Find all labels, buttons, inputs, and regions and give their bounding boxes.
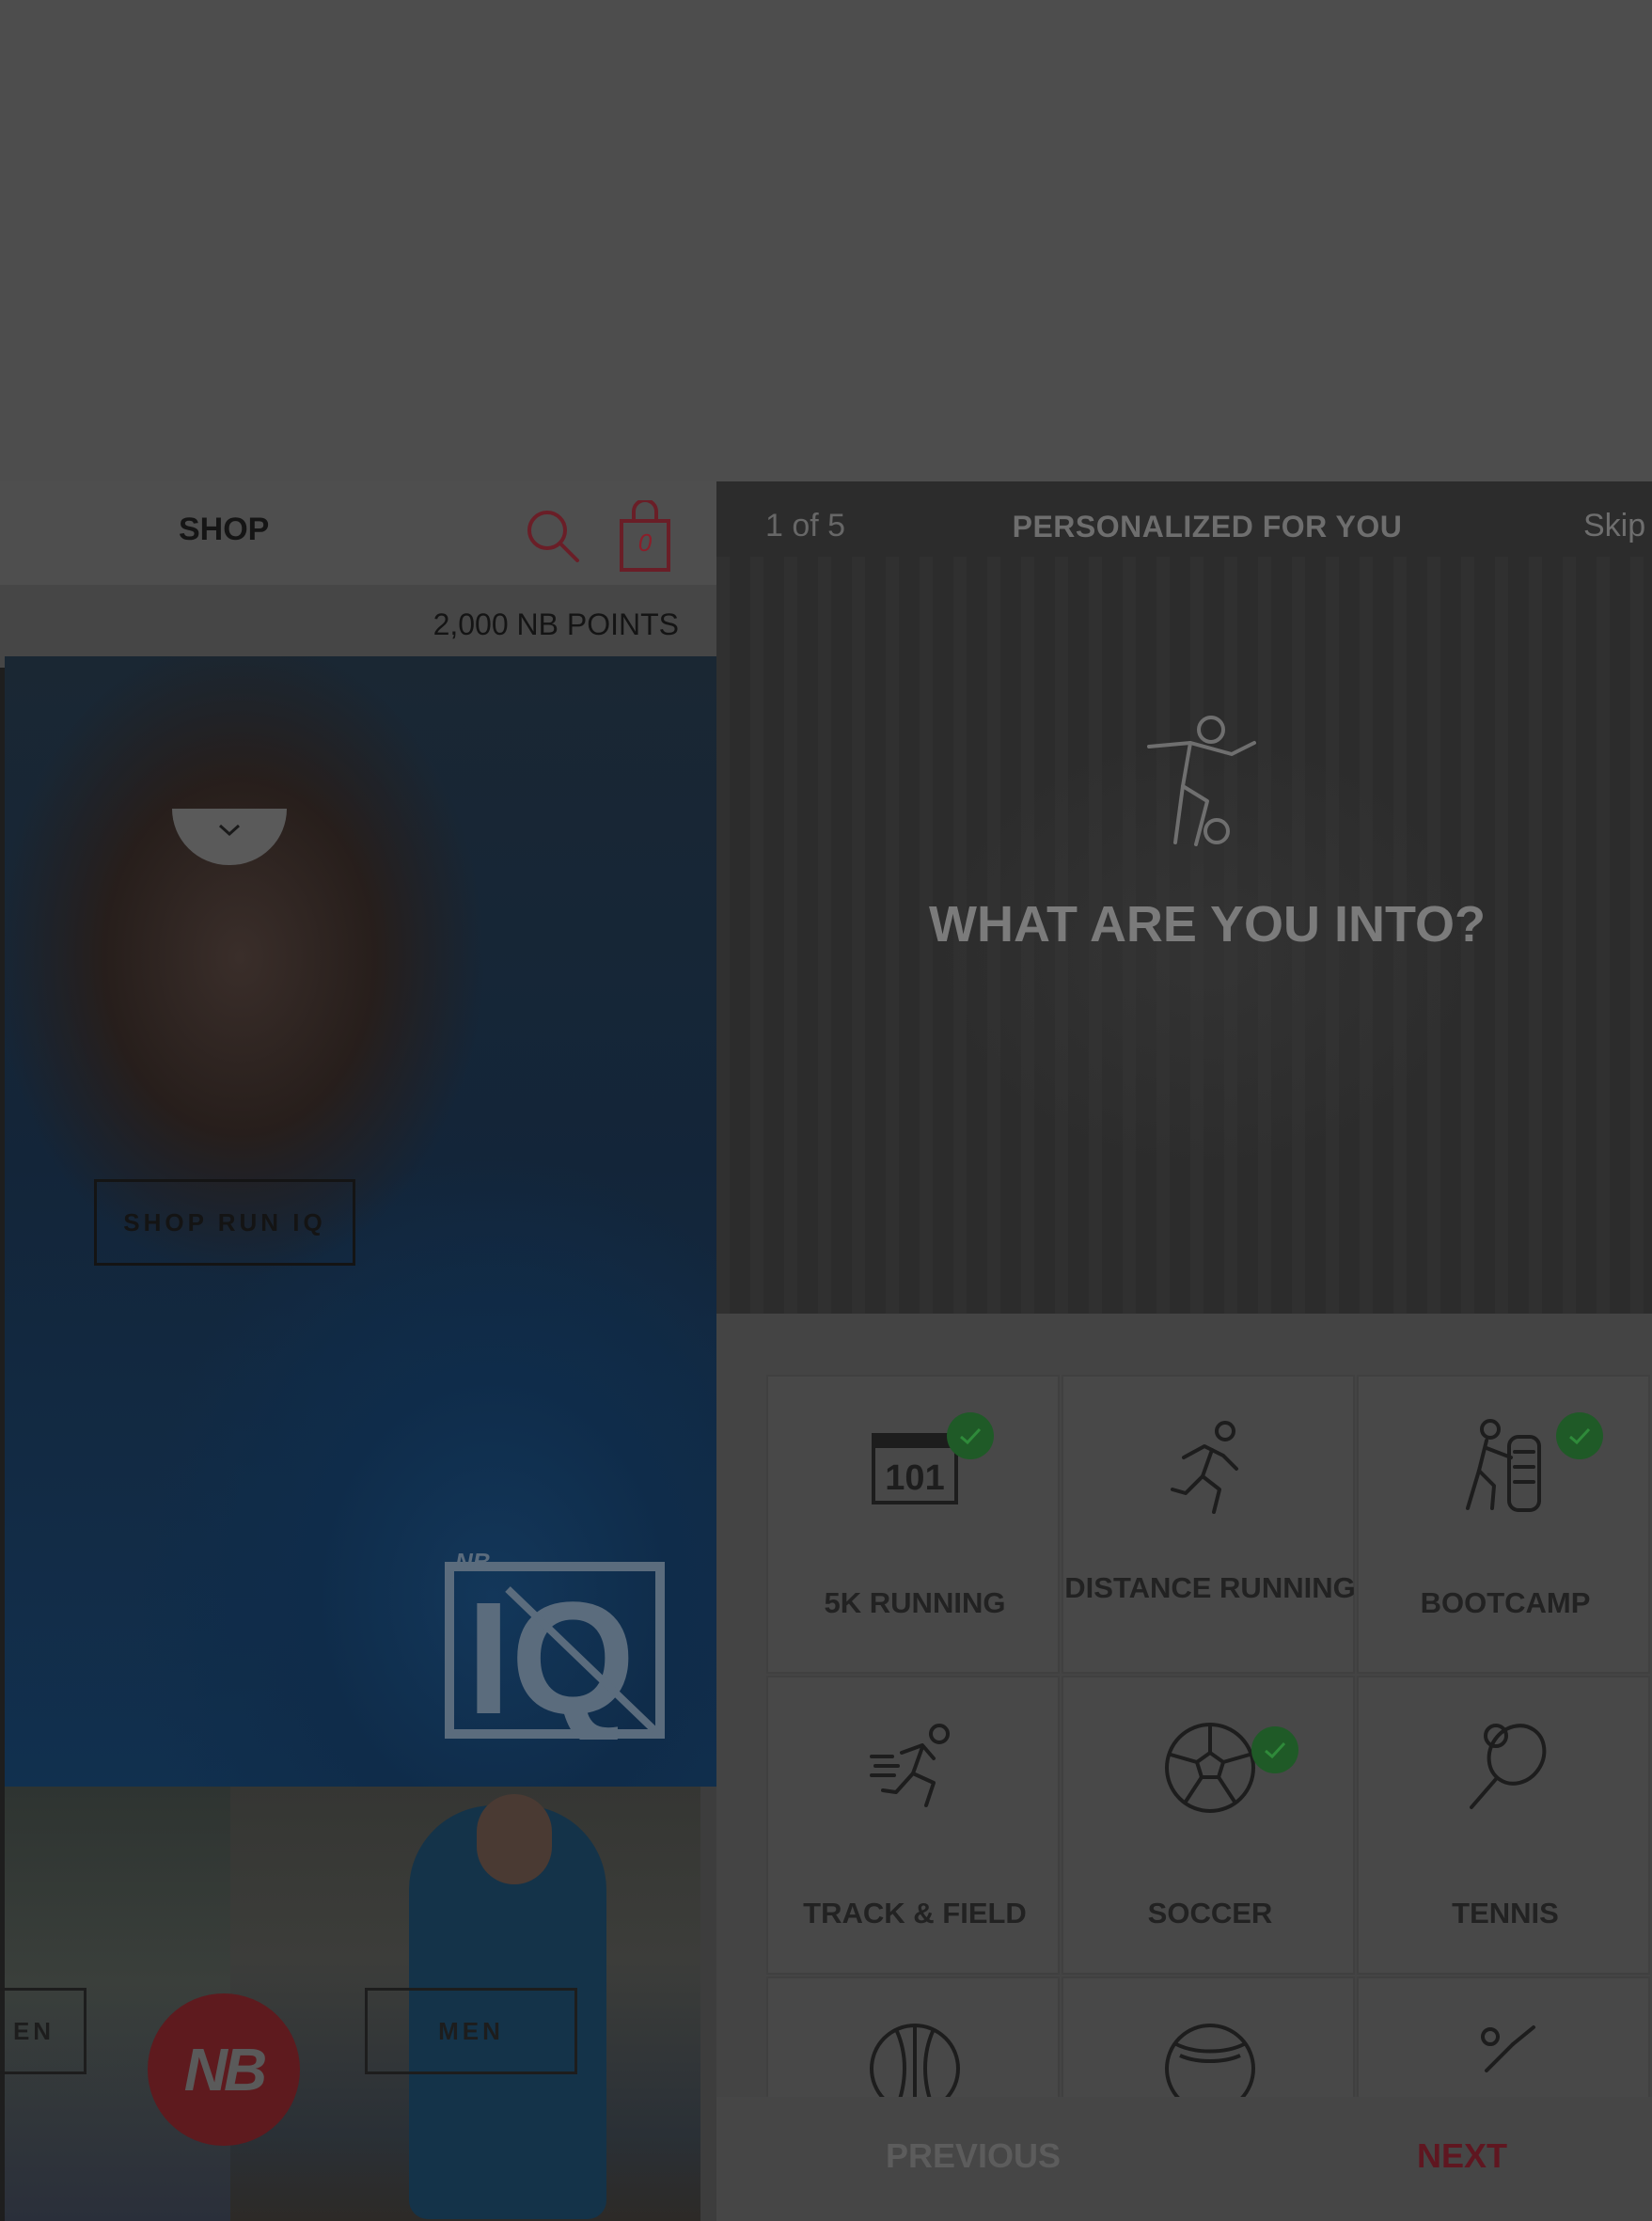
- soccer-ball-icon: [1165, 1723, 1255, 1813]
- activity-label: SOCCER: [1147, 1897, 1273, 1930]
- activity-5k-running[interactable]: 101 5K RUNNING: [766, 1375, 1060, 1674]
- iq-logo-text: IQ: [466, 1569, 635, 1740]
- shop-title: SHOP: [179, 512, 270, 547]
- next-button[interactable]: NEXT: [1417, 2136, 1507, 2176]
- nb-logo-button[interactable]: NB: [148, 1993, 300, 2146]
- activity-label: TRACK & FIELD: [803, 1897, 1027, 1930]
- chevron-down-icon: [218, 824, 241, 837]
- onboarding-header: 1 of 5 PERSONALIZED FOR YOU Skip WHAT AR…: [716, 481, 1652, 1314]
- run-iq-logo: NB IQ: [442, 1548, 668, 1748]
- bag-count: 0: [637, 528, 653, 557]
- activity-distance-running[interactable]: DISTANCE RUNNING: [1062, 1375, 1356, 1674]
- points-balance: 2,000 NB POINTS: [433, 607, 679, 641]
- activity-label: DISTANCE RUNNING: [1064, 1571, 1356, 1604]
- soccer-player-icon: [1147, 716, 1256, 846]
- points-bar[interactable]: 2,000 NB POINTS: [0, 585, 716, 668]
- skip-link[interactable]: Skip: [1583, 508, 1645, 544]
- activity-grid: 101 5K RUNNING DISTANCE RUNNING BOOTCAMP…: [766, 1375, 1652, 2221]
- selected-check-icon: [947, 1412, 994, 1459]
- onboarding-title: PERSONALIZED FOR YOU: [1012, 510, 1403, 543]
- activity-bootcamp[interactable]: BOOTCAMP: [1357, 1375, 1650, 1674]
- svg-text:101: 101: [885, 1458, 944, 1498]
- search-icon: [527, 511, 579, 562]
- search-button[interactable]: [523, 506, 583, 566]
- shop-header: SHOP 0: [0, 481, 716, 585]
- nb-logo-icon: NB: [183, 2036, 267, 2103]
- activity-soccer[interactable]: SOCCER: [1062, 1676, 1355, 1975]
- activity-label: BOOTCAMP: [1420, 1586, 1591, 1619]
- men-model-head: [477, 1794, 552, 1884]
- women-button[interactable]: EN: [0, 1988, 87, 2074]
- collapse-handle[interactable]: [172, 809, 287, 865]
- shop-run-iq-button[interactable]: SHOP RUN IQ: [94, 1179, 355, 1266]
- question-heading: WHAT ARE YOU INTO?: [929, 896, 1486, 953]
- onboarding-nav: PREVIOUS NEXT: [716, 2097, 1652, 2221]
- iq-logo-icon: NB IQ: [445, 1548, 665, 1748]
- personalize-panel: 1 of 5 PERSONALIZED FOR YOU Skip WHAT AR…: [716, 481, 1652, 2221]
- category-tiles: [5, 1787, 716, 2221]
- runner-icon: [1171, 1421, 1238, 1514]
- activity-label: TENNIS: [1452, 1897, 1559, 1930]
- sprinter-icon: [870, 1724, 950, 1807]
- shop-panel: SHOP 0 2,000 NB POINTS: [0, 481, 716, 2221]
- tennis-racket-icon: [1470, 1724, 1547, 1809]
- selected-check-icon: [1556, 1412, 1603, 1459]
- men-button[interactable]: MEN: [365, 1988, 577, 2074]
- activity-label: 5K RUNNING: [824, 1586, 1006, 1619]
- activity-tennis[interactable]: TENNIS: [1357, 1676, 1650, 1975]
- activity-track-and-field[interactable]: TRACK & FIELD: [766, 1676, 1060, 1975]
- shopping-bag-button[interactable]: 0: [619, 498, 671, 572]
- previous-button[interactable]: PREVIOUS: [886, 2136, 1061, 2176]
- selected-check-icon: [1251, 1726, 1298, 1773]
- tire-flip-icon: [1466, 1419, 1541, 1512]
